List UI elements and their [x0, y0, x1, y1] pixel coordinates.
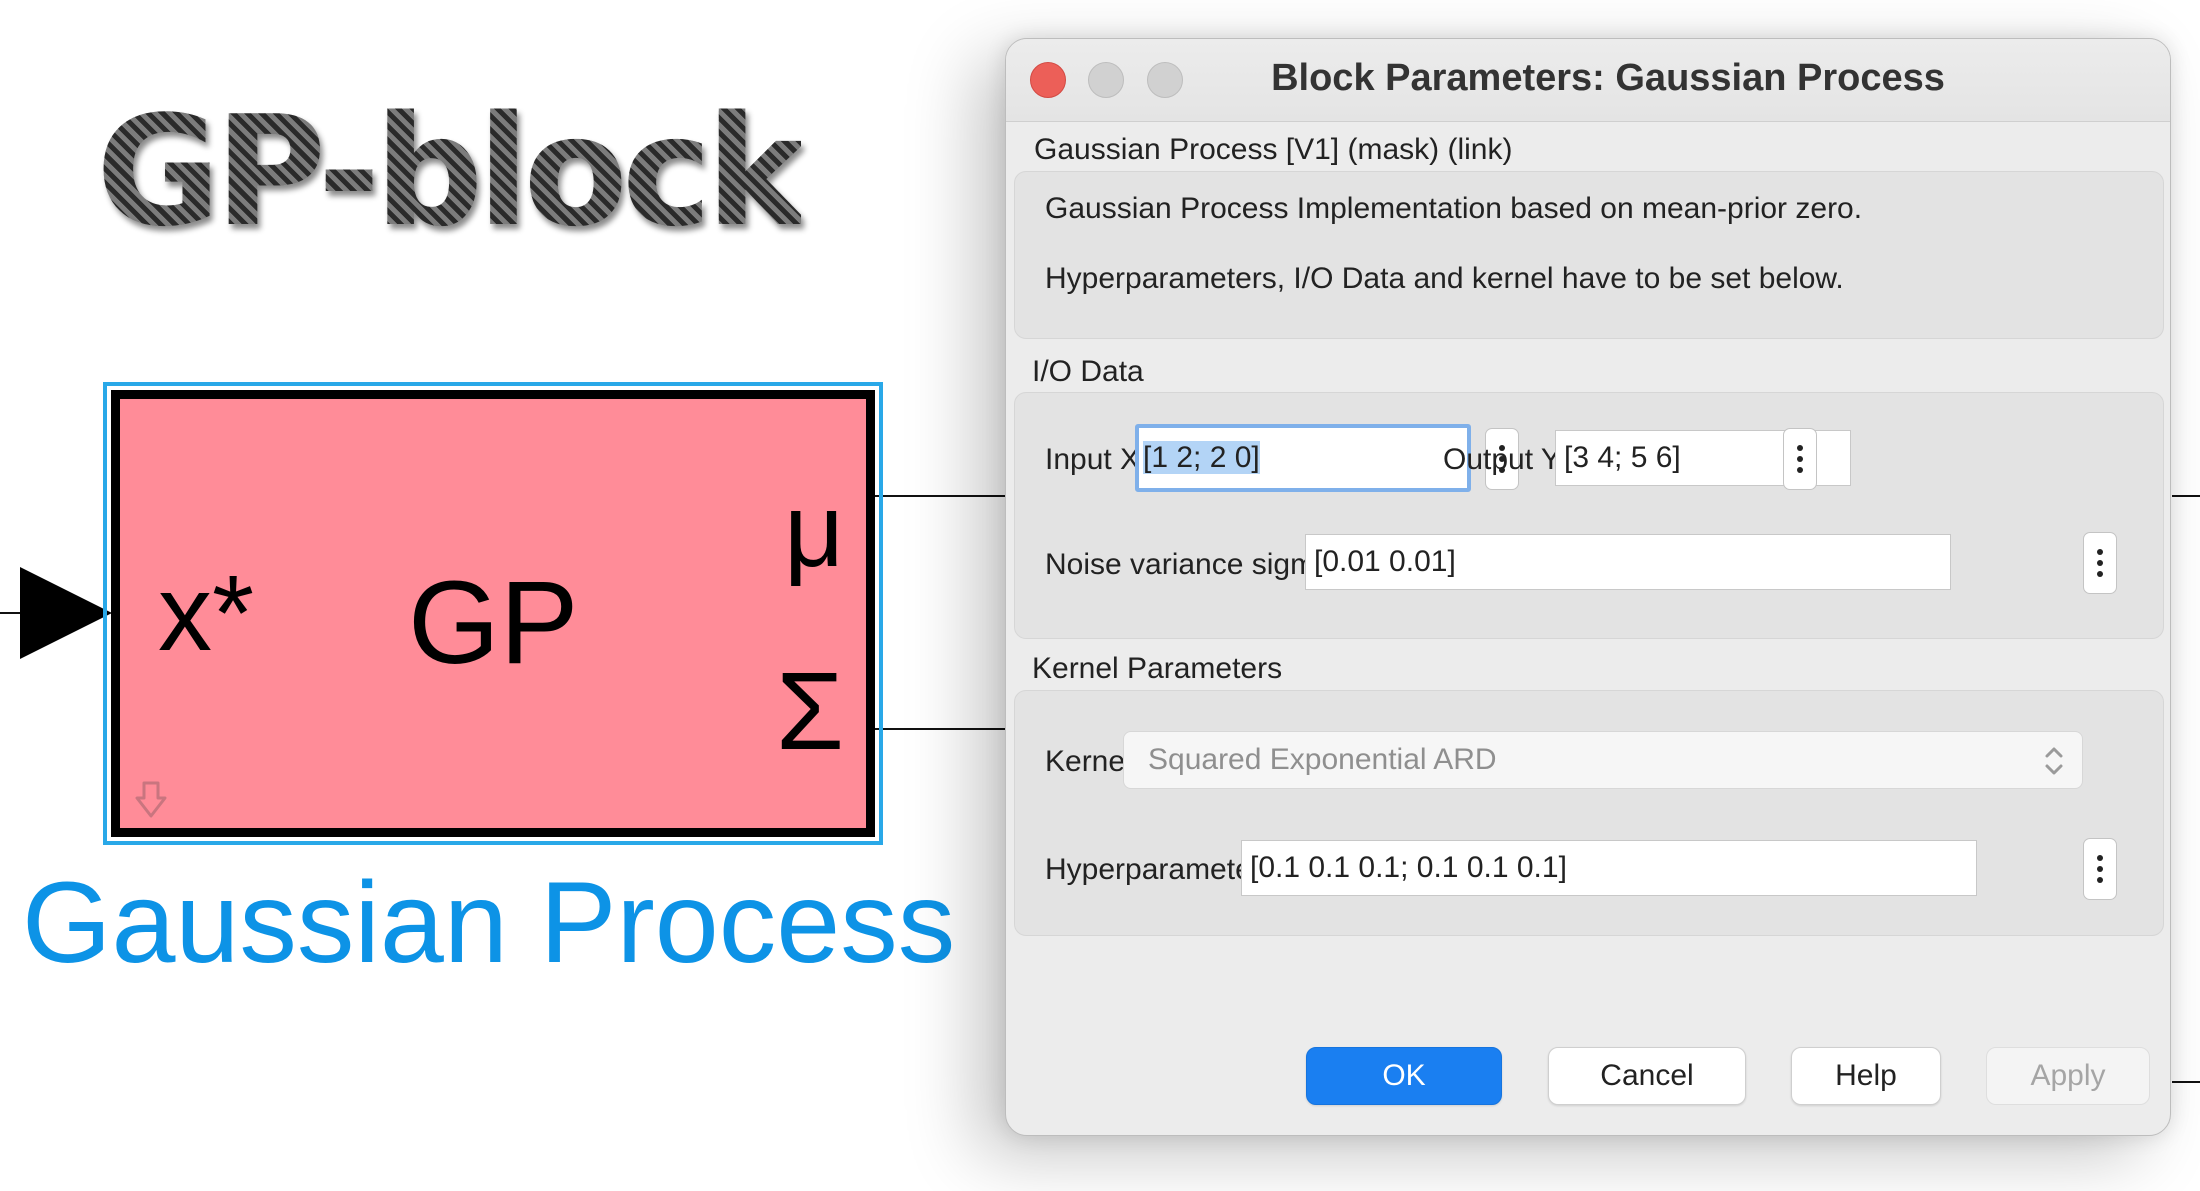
- window-title: Block Parameters: Gaussian Process: [1271, 57, 1945, 99]
- right-signal-line-top: [2172, 495, 2200, 497]
- output-y-more-button[interactable]: [1783, 428, 1817, 490]
- title-bar[interactable]: Block Parameters: Gaussian Process: [1006, 39, 2170, 122]
- input-x-value: [1 2; 2 0]: [1143, 441, 1260, 474]
- description-group: Gaussian Process Implementation based on…: [1014, 171, 2164, 339]
- kernel-section-title: Kernel Parameters: [1032, 652, 1283, 685]
- covariance-port-label: Σ: [776, 650, 844, 773]
- io-section-title: I/O Data: [1032, 355, 1144, 388]
- input-x-field[interactable]: [1 2; 2 0]: [1135, 424, 1471, 492]
- description-line-1: Gaussian Process Implementation based on…: [1045, 192, 1863, 225]
- kernel-select-value: Squared Exponential ARD: [1148, 743, 1497, 776]
- block-caption: Gaussian Process: [22, 859, 956, 987]
- cancel-button[interactable]: Cancel: [1548, 1047, 1746, 1105]
- cov-output-line: [875, 728, 1015, 730]
- mean-output-line: [875, 495, 1015, 497]
- output-y-label: Output Y: [1443, 443, 1561, 476]
- noise-variance-field[interactable]: [0.01 0.01]: [1305, 534, 1951, 590]
- chevron-updown-icon: [2045, 747, 2063, 775]
- hyperparameters-field[interactable]: [0.1 0.1 0.1; 0.1 0.1 0.1]: [1241, 840, 1977, 896]
- block-parameters-dialog: Block Parameters: Gaussian Process Gauss…: [1005, 38, 2171, 1136]
- mean-port-label: μ: [784, 473, 844, 589]
- gp-block-heading: GP-block: [96, 83, 802, 260]
- kernel-select[interactable]: Squared Exponential ARD: [1123, 731, 2083, 789]
- noise-variance-more-button[interactable]: [2083, 532, 2117, 594]
- hyperparameters-more-button[interactable]: [2083, 838, 2117, 900]
- kernel-label: Kernel: [1045, 745, 1132, 778]
- kernel-parameters-group: Kernel Squared Exponential ARD Hyperpara…: [1014, 690, 2164, 936]
- help-button[interactable]: Help: [1791, 1047, 1941, 1105]
- input-port-arrow: [20, 567, 112, 659]
- block-name-label: GP: [408, 557, 579, 689]
- ok-button[interactable]: OK: [1306, 1047, 1502, 1105]
- input-x-label: Input X: [1045, 443, 1141, 476]
- description-line-2: Hyperparameters, I/O Data and kernel hav…: [1045, 262, 1844, 295]
- io-data-group: Input X [1 2; 2 0] Output Y [3 4; 5 6] N…: [1014, 392, 2164, 639]
- right-signal-line-bottom: [2172, 1081, 2200, 1083]
- look-under-mask-arrow-icon[interactable]: [134, 780, 168, 820]
- mask-header: Gaussian Process [V1] (mask) (link): [1034, 133, 1513, 166]
- apply-button[interactable]: Apply: [1986, 1047, 2150, 1105]
- input-port-label: x*: [158, 552, 255, 673]
- gp-block[interactable]: x* GP μ Σ: [111, 390, 875, 837]
